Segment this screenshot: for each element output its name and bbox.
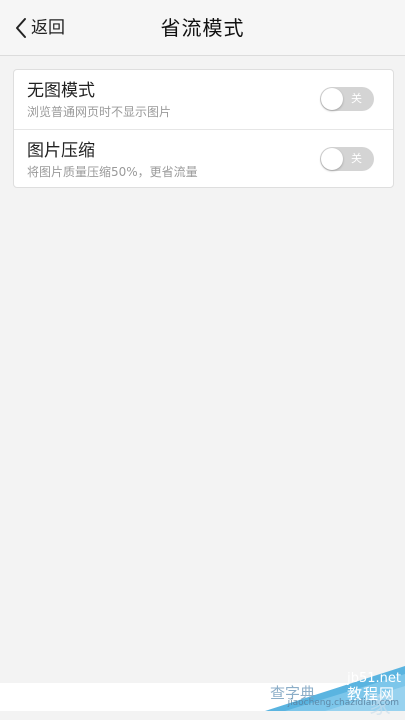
- watermark-url: jiaocheng.chazidian.com: [287, 698, 399, 708]
- no-image-mode-toggle[interactable]: 关: [320, 87, 374, 111]
- setting-title: 图片压缩: [27, 141, 95, 161]
- setting-description: 浏览普通网页时不显示图片: [27, 105, 172, 119]
- image-compression-toggle[interactable]: 关: [320, 147, 374, 171]
- setting-row-no-image-mode: 无图模式 浏览普通网页时不显示图片 关: [14, 70, 393, 129]
- toggle-knob: [321, 148, 343, 170]
- page-title: 省流模式: [160, 16, 245, 40]
- toggle-state-label: 关: [351, 92, 362, 105]
- settings-card: 无图模式 浏览普通网页时不显示图片 关 图片压缩 将图片质量压缩50%，更省流量…: [13, 69, 394, 188]
- setting-title: 无图模式: [27, 81, 95, 101]
- setting-description: 将图片质量压缩50%，更省流量: [27, 165, 198, 179]
- top-navigation-bar: 返回 省流模式: [0, 0, 405, 56]
- setting-row-image-compression: 图片压缩 将图片质量压缩50%，更省流量 关: [14, 129, 393, 188]
- toggle-knob: [321, 88, 343, 110]
- toggle-state-label: 关: [351, 152, 362, 165]
